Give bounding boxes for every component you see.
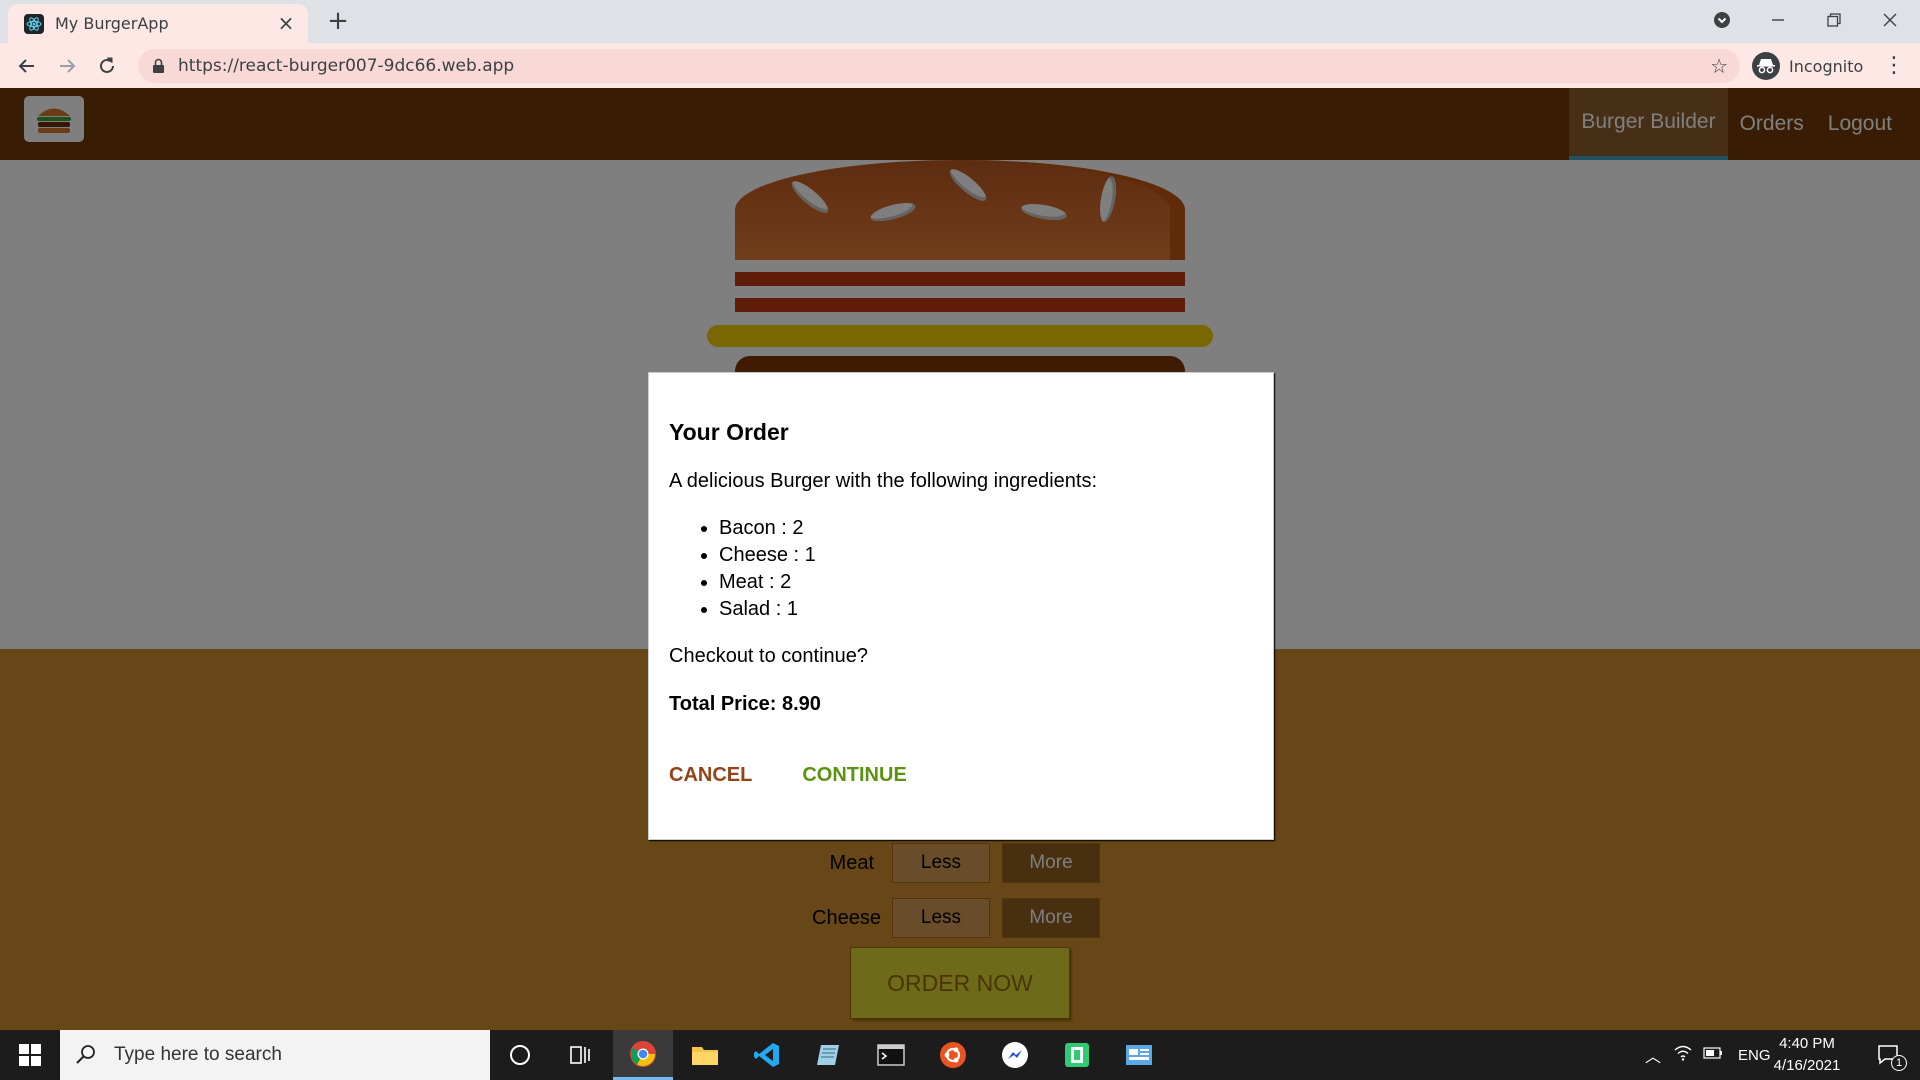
app-taskbar-button[interactable] [799,1030,859,1080]
start-button[interactable] [0,1030,60,1080]
reload-button[interactable] [92,51,122,81]
clock-date: 4/16/2021 [1773,1057,1841,1074]
task-view-icon [570,1046,590,1064]
windows-taskbar: Type here to search ︿ ENG 4:40 PM 4/16/2… [0,1030,1920,1080]
list-item: Bacon : 2 [719,515,1253,542]
browser-menu-icon[interactable]: ⋮ [1882,53,1906,79]
total-price: Total Price: 8.90 [669,693,821,715]
continue-button[interactable]: CONTINUE [802,764,906,787]
back-arrow-icon [18,59,34,73]
forward-arrow-icon [60,59,76,73]
modal-actions: CANCEL CONTINUE [669,764,1253,787]
minimize-icon [1772,19,1784,21]
tab-title: My BurgerApp [55,14,169,33]
list-item: Cheese : 1 [719,542,1253,569]
vscode-icon [754,1043,779,1067]
back-button[interactable] [12,51,42,81]
notification-count-badge: 1 [1891,1055,1907,1071]
wifi-icon[interactable] [1668,1045,1698,1066]
cortana-icon [510,1045,530,1065]
taskbar-search-input[interactable]: Type here to search [60,1030,490,1080]
control-panel-icon [1126,1045,1152,1065]
incognito-icon [1752,52,1780,80]
battery-icon[interactable] [1698,1046,1728,1064]
chrome-icon [630,1040,656,1067]
url-text: https://react-burger007-9dc66.web.app [178,56,515,76]
spreadsheet-icon [1065,1043,1089,1067]
ubuntu-icon [940,1042,966,1068]
vscode-button[interactable] [737,1030,797,1080]
forward-button[interactable] [52,51,82,81]
web-page: Burger Builder Orders Logout Meat Less M… [0,88,1920,1030]
reload-icon [100,57,114,73]
file-explorer-button[interactable] [675,1030,735,1080]
cortana-button[interactable] [490,1030,550,1080]
search-icon [74,1043,98,1067]
new-tab-button[interactable]: + [324,8,352,36]
tab-search-icon [1714,12,1730,28]
modal-title: Your Order [669,419,789,445]
chrome-taskbar-button[interactable] [613,1030,673,1080]
ingredient-list: Bacon : 2 Cheese : 1 Meat : 2 Salad : 1 [669,515,1253,623]
restore-button[interactable] [1806,0,1862,40]
terminal-button[interactable] [861,1030,921,1080]
bookmark-star-icon[interactable]: ☆ [1710,54,1728,78]
cancel-button[interactable]: CANCEL [669,764,752,787]
lock-icon [152,58,165,78]
messenger-icon [1002,1042,1028,1068]
modal-intro: A delicious Burger with the following in… [669,470,1098,492]
restore-icon [1827,13,1841,27]
checkout-question: Checkout to continue? [669,645,869,667]
terminal-icon [877,1044,905,1066]
taskbar-clock[interactable]: 4:40 PM 4/16/2021 [1762,1033,1852,1077]
messenger-button[interactable] [985,1030,1045,1080]
control-panel-button[interactable] [1109,1030,1169,1080]
notification-center-button[interactable]: 1 [1860,1030,1916,1080]
clock-time: 4:40 PM [1779,1035,1835,1052]
profile-button[interactable]: Incognito [1752,49,1870,83]
browser-toolbar: https://react-burger007-9dc66.web.app ☆ … [0,43,1920,88]
browser-tab-strip: My BurgerApp × + [0,0,1920,43]
close-window-button[interactable] [1862,0,1918,40]
list-item: Salad : 1 [719,596,1253,623]
folder-icon [692,1047,718,1065]
ubuntu-button[interactable] [923,1030,983,1080]
tab-close-icon[interactable]: × [276,13,296,33]
list-item: Meat : 2 [719,569,1253,596]
react-favicon-icon [24,13,44,34]
task-view-button[interactable] [550,1030,610,1080]
address-bar[interactable]: https://react-burger007-9dc66.web.app ☆ [138,49,1740,83]
windows-logo-icon [19,1044,41,1066]
search-placeholder: Type here to search [114,1044,282,1065]
notepad-icon [817,1045,839,1065]
minimize-button[interactable] [1750,0,1806,40]
close-icon [1883,13,1897,27]
green-app-button[interactable] [1047,1030,1107,1080]
browser-tab[interactable]: My BurgerApp × [8,4,308,43]
system-tray: ︿ ENG [1638,1030,1771,1080]
tab-search-button[interactable] [1694,0,1750,40]
order-summary-modal: Your Order A delicious Burger with the f… [648,372,1274,840]
tray-chevron-icon[interactable]: ︿ [1638,1043,1668,1067]
profile-label: Incognito [1789,56,1864,76]
